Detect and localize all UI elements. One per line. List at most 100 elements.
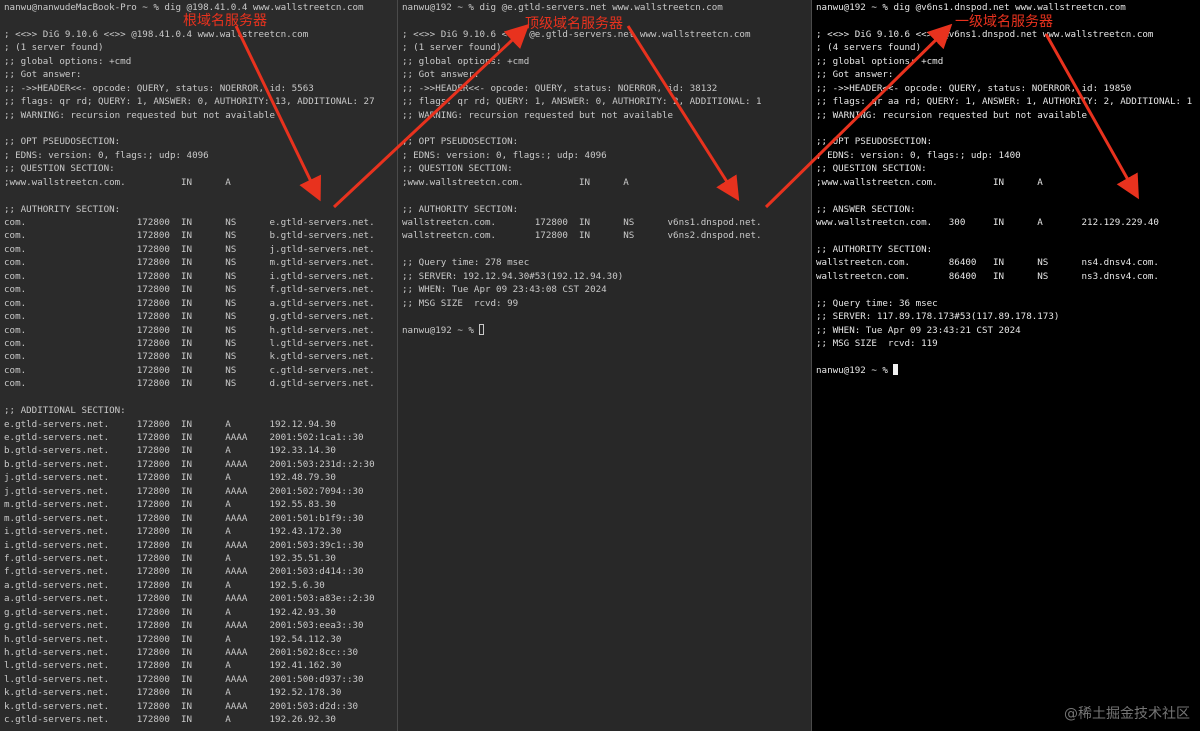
terminal-line: i.gtld-servers.net. 172800 IN A 192.43.1… [4, 526, 342, 538]
prompt-text: nanwu@192 ~ % [816, 364, 894, 376]
terminal-line: ;; Query time: 36 msec [816, 297, 938, 309]
terminal-line: ; EDNS: version: 0, flags:; udp: 1400 [816, 149, 1021, 161]
terminal-line: ;; QUESTION SECTION: [816, 163, 927, 175]
terminal-line: l.gtld-servers.net. 172800 IN A 192.41.1… [4, 660, 342, 672]
terminal-line: ; EDNS: version: 0, flags:; udp: 4096 [402, 149, 607, 161]
terminal-line: k.gtld-servers.net. 172800 IN AAAA 2001:… [4, 700, 359, 712]
terminal-line: ;; Got answer: [816, 69, 894, 81]
terminal-line: com. 172800 IN NS d.gtld-servers.net. [4, 378, 375, 390]
terminal-pane-tld-query[interactable]: nanwu@192 ~ % dig @e.gtld-servers.net ww… [398, 0, 811, 731]
terminal-line: wallstreetcn.com. 86400 IN NS ns4.dnsv4.… [816, 257, 1159, 269]
terminal-line: ;; QUESTION SECTION: [402, 163, 513, 175]
terminal-line: l.gtld-servers.net. 172800 IN AAAA 2001:… [4, 673, 364, 685]
terminal-line: e.gtld-servers.net. 172800 IN AAAA 2001:… [4, 432, 364, 443]
terminal-line: ;; SERVER: 192.12.94.30#53(192.12.94.30) [402, 270, 624, 282]
terminal-line: ;; WARNING: recursion requested but not … [402, 109, 674, 121]
terminal-line: f.gtld-servers.net. 172800 IN A 192.35.5… [4, 552, 336, 564]
terminal-line: ; (4 servers found) [816, 42, 922, 54]
terminal-line: ;; global options: +cmd [4, 55, 132, 67]
terminal-line: ;; ->>HEADER<<- opcode: QUERY, status: N… [4, 82, 314, 94]
prompt-text: nanwu@192 ~ % [402, 324, 480, 336]
terminal-line: ;; WARNING: recursion requested but not … [4, 109, 276, 121]
terminal-line: a.gtld-servers.net. 172800 IN A 192.5.6.… [4, 579, 325, 591]
terminal-line: a.gtld-servers.net. 172800 IN AAAA 2001:… [4, 593, 375, 605]
terminal-line: b.gtld-servers.net. 172800 IN AAAA 2001:… [4, 458, 375, 470]
terminal-line: ; EDNS: version: 0, flags:; udp: 4096 [4, 149, 209, 161]
terminal-line: ;www.wallstreetcn.com. IN A [816, 176, 1043, 188]
terminal-line: com. 172800 IN NS i.gtld-servers.net. [4, 270, 375, 282]
terminal-line: ;; ->>HEADER<<- opcode: QUERY, status: N… [816, 82, 1132, 94]
terminal-line: k.gtld-servers.net. 172800 IN A 192.52.1… [4, 687, 342, 699]
terminal-line: com. 172800 IN NS g.gtld-servers.net. [4, 311, 375, 323]
terminal-line: com. 172800 IN NS h.gtld-servers.net. [4, 324, 375, 336]
annotation-root-server: 根域名服务器 [183, 13, 267, 29]
terminal-line: ;; Got answer: [4, 69, 82, 81]
terminal-pane-second-level-query[interactable]: nanwu@192 ~ % dig @v6ns1.dnspod.net www.… [812, 0, 1200, 731]
terminal-line: ; (1 server found) [402, 42, 502, 54]
terminal-line: ;; MSG SIZE rcvd: 99 [402, 297, 519, 309]
terminal-line: com. 172800 IN NS f.gtld-servers.net. [4, 284, 375, 296]
terminal-line: com. 172800 IN NS e.gtld-servers.net. [4, 217, 375, 228]
terminal-line: h.gtld-servers.net. 172800 IN AAAA 2001:… [4, 647, 359, 658]
terminal-line: h.gtld-servers.net. 172800 IN A 192.54.1… [4, 633, 342, 645]
terminal-line: com. 172800 IN NS l.gtld-servers.net. [4, 337, 375, 349]
terminal-line: j.gtld-servers.net. 172800 IN AAAA 2001:… [4, 485, 364, 497]
terminal-line: ;; flags: qr rd; QUERY: 1, ANSWER: 0, AU… [402, 96, 762, 108]
annotation-second-level-server: 一级域名服务器 [955, 14, 1053, 30]
terminal-line: m.gtld-servers.net. 172800 IN AAAA 2001:… [4, 512, 364, 524]
terminal-line: ;; ADDITIONAL SECTION: [4, 405, 126, 417]
terminal-line: com. 172800 IN NS k.gtld-servers.net. [4, 351, 375, 363]
terminal-line: wallstreetcn.com. 172800 IN NS v6ns2.dns… [402, 230, 762, 242]
cursor-icon [893, 363, 899, 375]
terminal-pane-root-query[interactable]: nanwu@nanwudeMacBook-Pro ~ % dig @198.41… [0, 0, 397, 731]
terminal-line: ; (1 server found) [4, 42, 104, 54]
terminal-line: c.gtld-servers.net. 172800 IN A 192.26.9… [4, 714, 336, 726]
terminal-line: ;; flags: qr aa rd; QUERY: 1, ANSWER: 1,… [816, 96, 1193, 108]
terminal-prompt-line[interactable]: nanwu@192 ~ % [402, 323, 811, 337]
terminal-line: b.gtld-servers.net. 172800 IN A 192.33.1… [4, 445, 336, 457]
terminal-line: ;www.wallstreetcn.com. IN A [402, 176, 629, 188]
terminal-line: com. 172800 IN NS c.gtld-servers.net. [4, 364, 375, 376]
terminal-line: j.gtld-servers.net. 172800 IN A 192.48.7… [4, 472, 336, 484]
terminal-line: e.gtld-servers.net. 172800 IN A 192.12.9… [4, 418, 336, 430]
terminal-line: com. 172800 IN NS m.gtld-servers.net. [4, 257, 375, 269]
terminal-line: ;; ->>HEADER<<- opcode: QUERY, status: N… [402, 82, 718, 94]
terminal-line: ;; WARNING: recursion requested but not … [816, 109, 1088, 121]
terminal-line: ;; QUESTION SECTION: [4, 163, 115, 175]
terminal-line: com. 172800 IN NS a.gtld-servers.net. [4, 297, 375, 309]
annotation-tld-server: 顶级域名服务器 [525, 16, 623, 32]
terminal-line: g.gtld-servers.net. 172800 IN AAAA 2001:… [4, 620, 364, 632]
terminal-prompt-line[interactable]: nanwu@192 ~ % [816, 363, 1200, 377]
terminal-line: i.gtld-servers.net. 172800 IN AAAA 2001:… [4, 539, 364, 551]
terminal-line: com. 172800 IN NS j.gtld-servers.net. [4, 243, 375, 255]
terminal-line: ;; AUTHORITY SECTION: [402, 203, 519, 215]
terminal-line: ;; SERVER: 117.89.178.173#53(117.89.178.… [816, 311, 1060, 323]
terminal-line: ;; WHEN: Tue Apr 09 23:43:08 CST 2024 [402, 284, 607, 296]
terminal-line: ;; AUTHORITY SECTION: [4, 203, 121, 215]
watermark: @稀土掘金技术社区 [1064, 706, 1190, 722]
terminal-line: ;; OPT PSEUDOSECTION: [816, 136, 933, 148]
terminal-line: com. 172800 IN NS b.gtld-servers.net. [4, 230, 375, 242]
terminal-line: ;; flags: qr rd; QUERY: 1, ANSWER: 0, AU… [4, 96, 375, 108]
terminal-line: g.gtld-servers.net. 172800 IN A 192.42.9… [4, 606, 336, 618]
terminal-line: ;; global options: +cmd [402, 55, 530, 67]
terminal-line: www.wallstreetcn.com. 300 IN A 212.129.2… [816, 217, 1159, 228]
terminal-line: wallstreetcn.com. 172800 IN NS v6ns1.dns… [402, 217, 762, 228]
terminal-line: ;; ANSWER SECTION: [816, 203, 916, 215]
terminal-line: ;www.wallstreetcn.com. IN A [4, 176, 231, 188]
terminal-line: m.gtld-servers.net. 172800 IN A 192.55.8… [4, 499, 336, 511]
terminal-line: ;; Query time: 278 msec [402, 257, 530, 269]
terminal-line: wallstreetcn.com. 86400 IN NS ns3.dnsv4.… [816, 270, 1159, 282]
terminal-line: ;; OPT PSEUDOSECTION: [4, 136, 121, 148]
terminal-line: ;; WHEN: Tue Apr 09 23:43:21 CST 2024 [816, 324, 1021, 336]
terminal-line: ;; AUTHORITY SECTION: [816, 243, 933, 255]
